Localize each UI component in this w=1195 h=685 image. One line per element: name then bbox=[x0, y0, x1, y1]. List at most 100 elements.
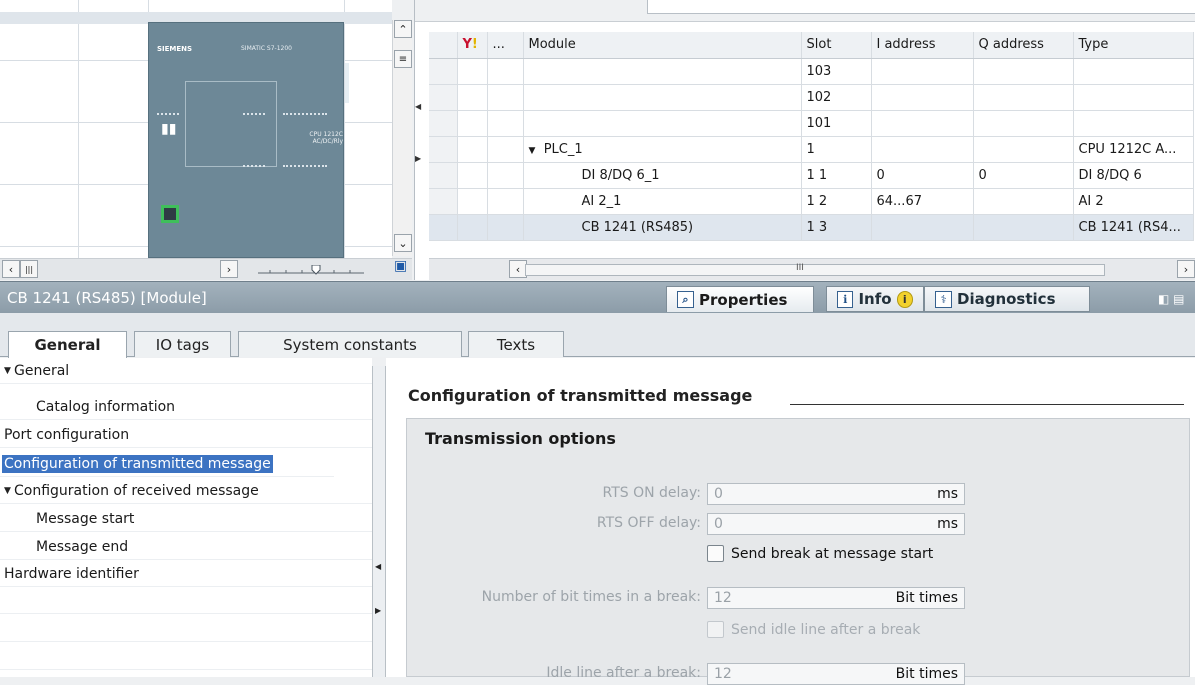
send-break-checkbox[interactable]: Send break at message start bbox=[707, 545, 933, 562]
nav-item-configuration-of-transmitted-message[interactable]: Configuration of transmitted message bbox=[0, 451, 334, 477]
rts-on-delay-value: 0 bbox=[714, 486, 723, 502]
table-row-selected[interactable]: CB 1241 (RS485) 1 3 CB 1241 (RS4... bbox=[429, 214, 1194, 241]
scroll-thumb-grip[interactable]: III bbox=[796, 263, 804, 273]
tab-system-constants[interactable]: System constants bbox=[238, 331, 462, 357]
window-float-icon[interactable]: ◧ ▤ bbox=[1158, 292, 1185, 306]
tab-general[interactable]: General bbox=[8, 331, 127, 358]
column-header-q-address[interactable]: Q address bbox=[973, 32, 1074, 59]
transmission-options-group: Transmission options RTS ON delay: 0 ms … bbox=[406, 418, 1190, 685]
column-header-type[interactable]: Type bbox=[1073, 32, 1194, 59]
collapse-caret-icon[interactable]: ▼ bbox=[0, 366, 14, 376]
nav-item-general[interactable]: ▼ General bbox=[0, 358, 372, 384]
cell-module: AI 2_1 bbox=[523, 188, 802, 215]
plc-brand-label: SIEMENS bbox=[157, 45, 193, 53]
nav-item-catalog-information[interactable]: Catalog information bbox=[0, 394, 372, 420]
row-expand-marker-icon: ◀ bbox=[415, 102, 422, 111]
properties-icon: ⌕ bbox=[677, 291, 694, 308]
plc-signal-board-slot[interactable] bbox=[185, 81, 277, 167]
nav-item-label: Configuration of transmitted message bbox=[2, 454, 273, 473]
nav-item-label: Message start bbox=[36, 510, 135, 527]
cb1241-port-highlight[interactable] bbox=[161, 205, 179, 223]
checkbox-icon[interactable] bbox=[707, 545, 724, 562]
plc-module-image[interactable]: SIEMENS SIMATIC S7-1200 ▮▮ CPU 1212C AC/… bbox=[148, 22, 349, 258]
device-view-canvas[interactable]: SIEMENS SIMATIC S7-1200 ▮▮ CPU 1212C AC/… bbox=[0, 0, 392, 258]
tab-texts[interactable]: Texts bbox=[468, 331, 564, 357]
scroll-down-icon[interactable]: ⌄ bbox=[394, 234, 412, 252]
property-tab-bar: General IO tags System constants Texts bbox=[0, 313, 1195, 358]
column-header-i-address[interactable]: I address bbox=[871, 32, 974, 59]
bit-times-value: 12 bbox=[714, 590, 732, 606]
scroll-up-icon[interactable]: ⌃ bbox=[394, 20, 412, 38]
nav-item-port-configuration[interactable]: Port configuration bbox=[0, 422, 372, 448]
nav-item-label: General bbox=[14, 362, 70, 379]
checkbox-icon[interactable] bbox=[707, 621, 724, 638]
splitter-expand-right-icon[interactable]: ▶ bbox=[375, 606, 382, 628]
cell-type bbox=[1073, 58, 1194, 85]
diagnostics-icon: Y! bbox=[462, 37, 478, 53]
nav-splitter[interactable]: ◀ ▶ bbox=[372, 366, 386, 677]
cell-slot: 102 bbox=[801, 84, 872, 111]
splitter-collapse-left-icon[interactable]: ◀ bbox=[375, 562, 382, 584]
cell-i-address: 0 bbox=[871, 162, 974, 189]
row-expand-marker-icon: ▶ bbox=[415, 154, 422, 163]
info-badge-icon: i bbox=[896, 290, 913, 308]
cell-i-address: 64...67 bbox=[871, 188, 974, 215]
cell-type: CB 1241 (RS4... bbox=[1073, 214, 1194, 241]
tab-diagnostics[interactable]: ⚕ Diagnostics bbox=[924, 286, 1090, 312]
cell-q-address bbox=[973, 84, 1074, 111]
scroll-thumb-icon[interactable]: ||| bbox=[20, 260, 38, 278]
table-row[interactable]: 103 bbox=[429, 58, 1194, 85]
tab-properties[interactable]: ⌕ Properties bbox=[666, 286, 814, 312]
table-row[interactable]: DI 8/DQ 6_1 1 1 0 0 DI 8/DQ 6 bbox=[429, 162, 1194, 189]
rts-off-delay-field[interactable]: 0 ms bbox=[707, 513, 965, 535]
led-status-icon: ▮▮ bbox=[161, 121, 177, 137]
overview-navigation-icon[interactable]: ▣ bbox=[394, 258, 412, 274]
table-row[interactable]: 101 bbox=[429, 110, 1194, 137]
cell-type: AI 2 bbox=[1073, 188, 1194, 215]
overview-filter-field[interactable] bbox=[647, 0, 1195, 14]
scroll-right-icon[interactable]: › bbox=[1177, 260, 1195, 278]
cell-q-address: 0 bbox=[973, 162, 1074, 189]
send-idle-line-checkbox[interactable]: Send idle line after a break bbox=[707, 621, 920, 638]
table-row[interactable]: 102 bbox=[429, 84, 1194, 111]
nav-item-hardware-identifier[interactable]: Hardware identifier bbox=[0, 561, 372, 587]
tab-io-tags[interactable]: IO tags bbox=[134, 331, 231, 357]
cell-q-address bbox=[973, 214, 1074, 241]
scroll-thumb-grip-icon[interactable]: ≡ bbox=[394, 50, 412, 68]
zoom-slider[interactable] bbox=[256, 265, 366, 275]
nav-item-message-end[interactable]: Message end bbox=[0, 534, 372, 560]
cell-i-address bbox=[871, 84, 974, 111]
cell-i-address bbox=[871, 214, 974, 241]
scroll-left-icon[interactable]: ‹ bbox=[2, 260, 20, 278]
nav-item-configuration-of-received-message[interactable]: ▼ Configuration of received message bbox=[0, 478, 372, 504]
section-divider bbox=[790, 404, 1184, 405]
expand-caret-icon[interactable]: ▼ bbox=[529, 146, 536, 156]
rts-off-delay-value: 0 bbox=[714, 516, 723, 532]
property-navigation-tree: ▼ General Catalog information Port confi… bbox=[0, 358, 372, 677]
column-header-module[interactable]: Module bbox=[523, 32, 802, 59]
section-title: Configuration of transmitted message bbox=[408, 386, 753, 405]
bit-times-label: Number of bit times in a break: bbox=[481, 589, 701, 605]
overview-horizontal-scrollbar[interactable]: ‹ III › bbox=[429, 258, 1195, 280]
device-overview-table: Y! ... Module Slot I address Q address T… bbox=[429, 32, 1194, 241]
column-header-diagnostics[interactable]: Y! bbox=[457, 32, 488, 59]
collapse-caret-icon[interactable]: ▼ bbox=[0, 486, 14, 496]
scroll-right-icon[interactable]: › bbox=[220, 260, 238, 278]
rts-on-delay-field[interactable]: 0 ms bbox=[707, 483, 965, 505]
nav-item-label: Hardware identifier bbox=[4, 565, 139, 582]
column-header-more[interactable]: ... bbox=[487, 32, 524, 59]
scroll-track[interactable]: III bbox=[525, 263, 1105, 276]
table-row[interactable]: AI 2_1 1 2 64...67 AI 2 bbox=[429, 188, 1194, 215]
inspector-window-header: CB 1241 (RS485) [Module] ⌕ Properties ℹ … bbox=[0, 281, 1195, 313]
device-view-vertical-scrollbar[interactable]: ⌃ ≡ ⌄ bbox=[392, 20, 412, 256]
idle-line-label: Idle line after a break: bbox=[546, 665, 701, 681]
bit-times-field[interactable]: 12 Bit times bbox=[707, 587, 965, 609]
table-row[interactable]: ▼ PLC_1 1 CPU 1212C A... bbox=[429, 136, 1194, 163]
column-header-slot[interactable]: Slot bbox=[801, 32, 872, 59]
table-header-row: Y! ... Module Slot I address Q address T… bbox=[429, 32, 1194, 59]
tab-info[interactable]: ℹ Info i bbox=[826, 286, 924, 312]
nav-empty-row bbox=[0, 644, 372, 670]
device-overview-pane: ◀ ▶ Y! ... Module Slot I address Q addre… bbox=[414, 0, 1195, 280]
nav-item-message-start[interactable]: Message start bbox=[0, 506, 372, 532]
idle-line-field[interactable]: 12 Bit times bbox=[707, 663, 965, 685]
